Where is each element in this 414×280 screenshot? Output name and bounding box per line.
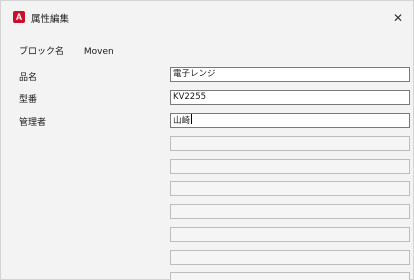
attribute-value-kanrisha: 山崎 <box>173 116 191 126</box>
attribute-label-kataban: 型番 <box>19 95 38 105</box>
block-name-value: Moven <box>83 47 114 57</box>
attribute-value-hinmei: 電子レンジ <box>173 69 216 79</box>
attribute-field-empty-4[interactable] <box>170 204 410 219</box>
attribute-field-empty-2[interactable] <box>170 159 410 174</box>
attribute-field-kataban[interactable]: KV2255 <box>170 90 410 105</box>
block-name-label: ブロック名 <box>19 47 65 57</box>
attribute-field-empty-3[interactable] <box>170 181 410 196</box>
attribute-field-empty-6[interactable] <box>170 250 410 265</box>
block-name-row: ブロック名 Moven <box>19 44 114 57</box>
attribute-field-empty-7[interactable] <box>170 272 410 280</box>
attribute-field-empty-5[interactable] <box>170 227 410 242</box>
attribute-label-kanrisha: 管理者 <box>19 118 47 128</box>
attribute-label-hinmei: 品名 <box>19 73 38 83</box>
attribute-value-kataban: KV2255 <box>173 92 207 102</box>
app-icon: A <box>13 11 25 23</box>
text-caret <box>191 114 193 124</box>
attribute-field-hinmei[interactable]: 電子レンジ <box>170 67 410 82</box>
close-icon[interactable]: ✕ <box>391 11 405 25</box>
attribute-field-kanrisha[interactable]: 山崎 <box>170 113 410 128</box>
title-bar: A 属性編集 ✕ <box>1 1 413 25</box>
attribute-field-empty-1[interactable] <box>170 136 410 151</box>
attribute-edit-dialog: A 属性編集 ✕ ブロック名 Moven 品名 電子レンジ 型番 KV2255 … <box>0 0 414 280</box>
dialog-title: 属性編集 <box>31 14 70 25</box>
